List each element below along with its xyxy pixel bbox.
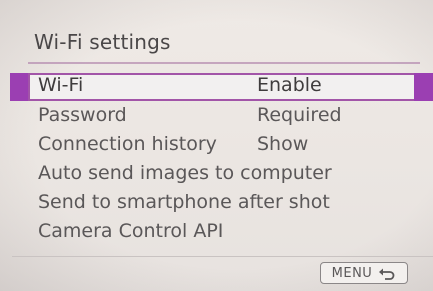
menu-item-value: Required [257,104,342,126]
selection-frame [28,73,418,101]
menu-item-password[interactable]: Password Required [0,103,433,130]
menu-button-label: MENU [331,265,373,281]
settings-menu-list: Wi-Fi Enable Password Required Connectio… [0,73,433,248]
camera-lcd-screen: Wi-Fi settings Wi-Fi Enable Password Req… [0,0,433,291]
page-title: Wi-Fi settings [34,30,171,54]
footer-divider [12,256,433,257]
menu-back-button[interactable]: MENU [320,262,408,284]
menu-item-label: Connection history [38,133,217,155]
title-divider [28,62,420,64]
menu-item-label: Auto send images to computer [38,162,332,184]
menu-item-wifi[interactable]: Wi-Fi Enable [0,73,433,101]
menu-item-label: Wi-Fi [38,74,84,96]
selection-bar-right [414,73,433,101]
menu-item-camera-control-api[interactable]: Camera Control API [0,219,433,246]
menu-item-label: Password [38,104,127,126]
selection-bar-left [10,73,30,101]
menu-item-connection-history[interactable]: Connection history Show [0,132,433,159]
menu-item-value: Show [257,133,309,155]
menu-item-label: Camera Control API [38,220,224,242]
return-arrow-icon [378,266,396,280]
menu-item-auto-send-images[interactable]: Auto send images to computer [0,161,433,188]
menu-item-value: Enable [257,74,322,96]
menu-item-send-to-smartphone[interactable]: Send to smartphone after shot [0,190,433,217]
menu-item-label: Send to smartphone after shot [38,191,330,213]
